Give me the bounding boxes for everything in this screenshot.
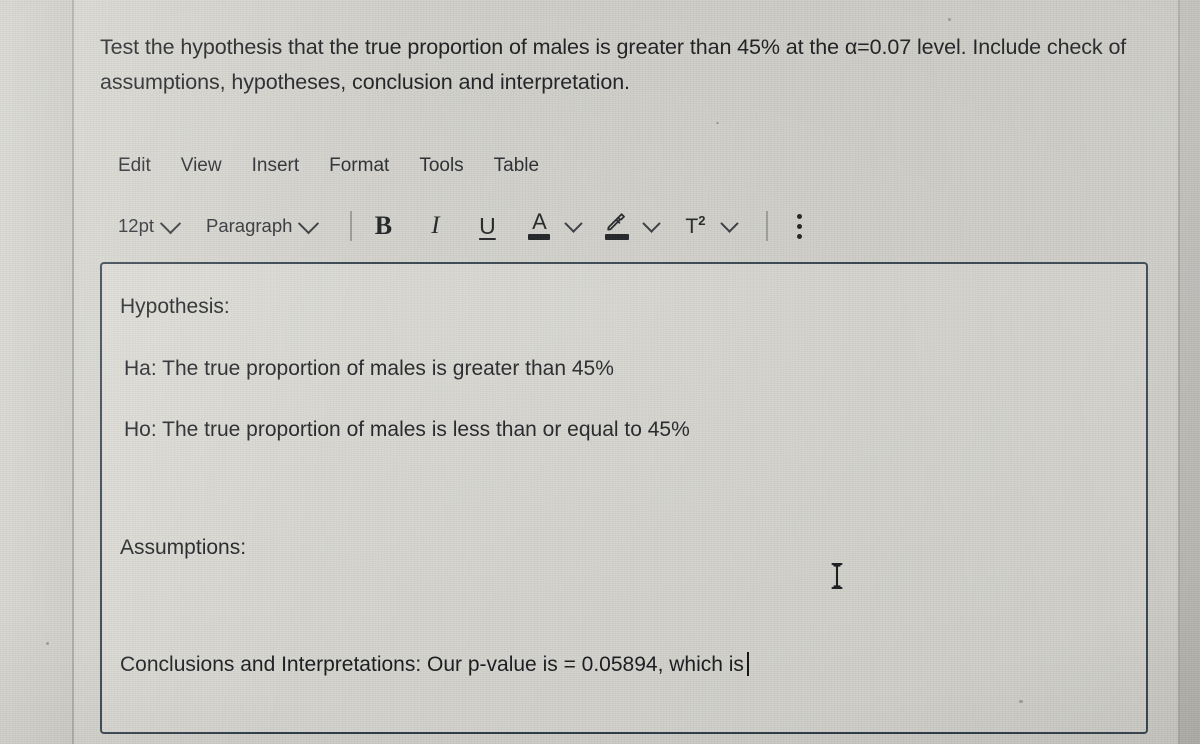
highlighter-icon [604,212,630,240]
font-size-value: 12pt [118,215,155,236]
menu-item-tools[interactable]: Tools [419,155,463,177]
editor-line-null-hypothesis: Ho: The true proportion of males is less… [124,418,690,442]
highlight-color-button[interactable] [604,210,630,242]
block-format-value: Paragraph [206,215,293,236]
editor-menubar: Edit View Insert Format Tools Table [118,155,539,177]
italic-button[interactable]: I [422,210,448,242]
toolbar-divider [350,211,353,241]
toolbar-divider [766,211,769,241]
underline-button[interactable]: U [474,210,500,242]
question-prompt: Test the hypothesis that the true propor… [100,35,1127,94]
editor-content[interactable]: Hypothesis: Ha: The true proportion of m… [120,290,1128,710]
dust-speck [1019,700,1023,703]
formatting-toolbar: 12pt Paragraph B I U A T2 [118,208,822,244]
italic-icon: I [431,212,440,239]
text-color-icon: A [528,209,551,240]
dust-speck [716,122,719,124]
font-size-select[interactable]: 12pt [118,212,182,237]
menu-item-view[interactable]: View [181,155,222,177]
superscript-letter: T [685,215,699,238]
dust-speck [948,18,951,21]
bold-icon: B [374,211,393,240]
editor-blank-line [120,475,1128,531]
block-format-select[interactable]: Paragraph [206,212,320,237]
superscript-dropdown-button[interactable] [718,213,740,239]
chevron-down-icon [564,213,583,233]
editor-line-assumptions-heading: Assumptions: [120,535,247,559]
menu-item-table[interactable]: Table [494,155,539,177]
highlight-color-dropdown-button[interactable] [640,213,662,239]
menu-item-insert[interactable]: Insert [252,155,300,177]
chevron-down-icon [642,213,661,233]
menu-item-edit[interactable]: Edit [118,155,151,177]
bold-button[interactable]: B [370,210,396,242]
dust-speck [46,642,49,645]
mouse-ibeam-cursor [828,560,846,592]
more-options-button[interactable] [786,210,812,242]
text-color-button[interactable]: A [526,210,552,242]
text-color-swatch [528,234,551,240]
rich-text-editor-body[interactable]: Hypothesis: Ha: The true proportion of m… [100,262,1148,734]
underline-icon: U [479,212,496,239]
chevron-down-icon [159,212,182,234]
editor-blank-line [120,592,1128,648]
left-margin-rule [72,0,74,744]
highlight-color-swatch [605,233,630,240]
left-gutter [0,0,72,744]
editor-line-conclusions: Conclusions and Interpretations: Our p-v… [120,648,1128,682]
superscript-icon: T2 [685,213,705,239]
right-margin-rule [1178,0,1180,744]
superscript-button[interactable]: T2 [682,210,708,242]
chevron-down-icon [298,212,320,234]
menu-item-format[interactable]: Format [329,155,389,177]
text-caret [746,652,749,677]
editor-line-conclusions-text: Conclusions and Interpretations: Our p-v… [120,653,744,677]
text-color-dropdown-button[interactable] [562,213,584,239]
superscript-exponent: 2 [698,213,706,228]
photo-of-screen: Test the hypothesis that the true propor… [0,0,1200,744]
editor-line-alternative-hypothesis: Ha: The true proportion of males is grea… [124,356,614,380]
editor-line-hypothesis-heading: Hypothesis: [120,295,230,318]
text-color-letter: A [532,209,547,234]
kebab-menu-icon [788,211,810,241]
chevron-down-icon [720,213,739,233]
